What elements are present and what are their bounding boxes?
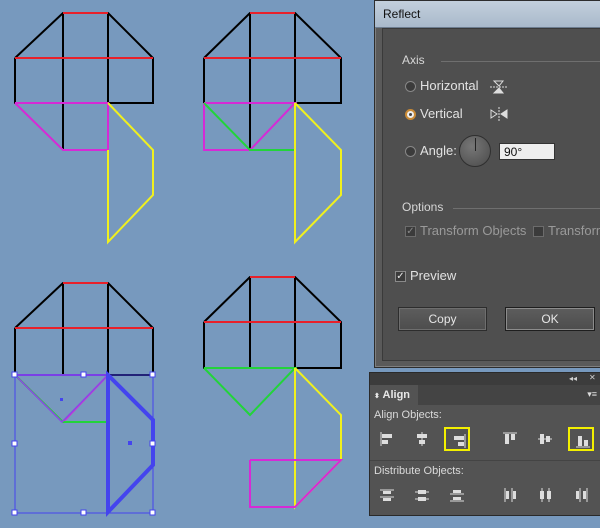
horizontal-align-left-button[interactable] bbox=[374, 427, 400, 451]
dialog-titlebar[interactable]: Reflect bbox=[375, 1, 600, 28]
angle-label: Angle: bbox=[420, 143, 457, 158]
vertical-label: Vertical bbox=[420, 106, 463, 121]
align-objects-label: Align Objects: bbox=[374, 409, 442, 421]
vertical-align-center-icon bbox=[538, 434, 552, 444]
horizontal-distribute-left-button[interactable] bbox=[497, 483, 523, 507]
dialog-body: Axis Horizontal Vertical Angle: 90° Opti… bbox=[382, 28, 600, 361]
align-panel: ◂◂ ✕ ⬍ Align ▾≡ Align Objects: Distribut… bbox=[369, 372, 600, 516]
horizontal-distribute-center-icon bbox=[540, 488, 551, 502]
magenta-shape bbox=[14, 102, 109, 151]
options-divider bbox=[453, 208, 600, 209]
preview-checkbox[interactable]: ✓ bbox=[395, 271, 406, 282]
axis-group-label: Axis bbox=[402, 53, 425, 67]
vertical-distribute-center-icon bbox=[415, 490, 429, 501]
tab-align-label: Align bbox=[382, 389, 411, 401]
horizontal-radio[interactable] bbox=[405, 81, 416, 92]
angle-input[interactable]: 90° bbox=[499, 143, 555, 160]
horizontal-align-center-button[interactable] bbox=[409, 427, 435, 451]
vertical-align-top-icon bbox=[503, 432, 517, 444]
horizontal-align-right-icon bbox=[454, 434, 466, 448]
horizontal-distribute-right-icon bbox=[576, 488, 588, 502]
vertical-distribute-top-button[interactable] bbox=[374, 483, 400, 507]
vertical-radio[interactable] bbox=[405, 109, 416, 120]
horizontal-align-left-icon bbox=[380, 432, 392, 446]
vertical-align-center-button[interactable] bbox=[532, 427, 558, 451]
vertical-distribute-center-button[interactable] bbox=[409, 483, 435, 507]
options-group-label: Options bbox=[402, 200, 444, 214]
panel-divider bbox=[370, 460, 600, 461]
mushroom-shape-2[interactable] bbox=[203, 12, 342, 245]
mushroom-shape-4[interactable] bbox=[203, 276, 344, 510]
transform-patterns-checkbox[interactable] bbox=[533, 226, 544, 237]
close-icon[interactable]: ✕ bbox=[589, 373, 596, 382]
distribute-objects-label: Distribute Objects: bbox=[374, 465, 464, 477]
yellow-shape bbox=[107, 102, 154, 245]
collapse-icon[interactable]: ◂◂ bbox=[569, 374, 577, 383]
vertical-align-bottom-icon bbox=[576, 436, 590, 448]
copy-button[interactable]: Copy bbox=[398, 307, 487, 331]
horizontal-align-right-button[interactable] bbox=[444, 427, 470, 451]
horizontal-distribute-left-icon bbox=[504, 488, 516, 502]
angle-radio[interactable] bbox=[405, 146, 416, 157]
tab-align[interactable]: ⬍ Align bbox=[370, 385, 418, 405]
ok-button[interactable]: OK bbox=[505, 307, 595, 331]
vertical-align-top-button[interactable] bbox=[497, 427, 523, 451]
panel-topbar[interactable]: ◂◂ ✕ bbox=[370, 373, 600, 385]
mushroom-shape-1[interactable] bbox=[14, 12, 154, 245]
transform-patterns-label: Transform bbox=[548, 223, 600, 238]
transform-objects-checkbox[interactable]: ✓ bbox=[405, 226, 416, 237]
transform-objects-label: Transform Objects bbox=[420, 223, 527, 238]
dialog-title: Reflect bbox=[383, 7, 421, 21]
mushroom-shape-3-selected[interactable] bbox=[11, 282, 156, 517]
vertical-distribute-bottom-button[interactable] bbox=[444, 483, 470, 507]
vertical-distribute-top-icon bbox=[380, 489, 394, 501]
horizontal-distribute-right-button[interactable] bbox=[568, 483, 594, 507]
vertical-align-bottom-button[interactable] bbox=[568, 427, 594, 451]
reflect-vertical-icon bbox=[490, 107, 508, 121]
angle-dial[interactable] bbox=[459, 135, 491, 167]
preview-label: Preview bbox=[410, 268, 457, 283]
reflect-horizontal-icon bbox=[490, 80, 508, 94]
axis-divider bbox=[441, 61, 600, 62]
horizontal-distribute-center-button[interactable] bbox=[532, 483, 558, 507]
tab-arrows-icon: ⬍ bbox=[374, 393, 380, 400]
panel-menu-icon[interactable]: ▾≡ bbox=[587, 389, 597, 400]
vertical-distribute-bottom-icon bbox=[450, 490, 464, 502]
reflect-dialog: Reflect Axis Horizontal Vertical Angle: … bbox=[374, 0, 600, 368]
panel-tab-row: ⬍ Align ▾≡ bbox=[370, 385, 600, 405]
center-point bbox=[128, 441, 132, 445]
horizontal-label: Horizontal bbox=[420, 78, 479, 93]
horizontal-align-center-icon bbox=[417, 432, 427, 446]
